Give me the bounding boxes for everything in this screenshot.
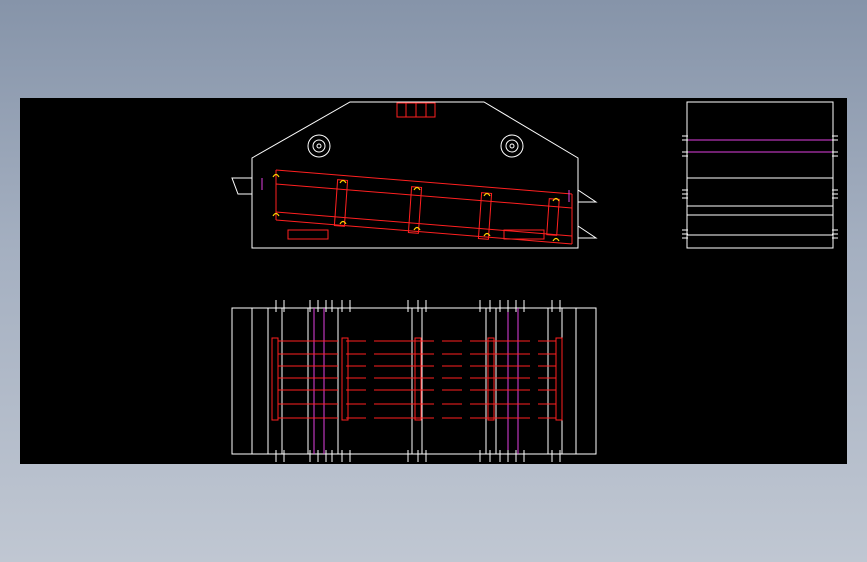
right-exciter-flange: [500, 134, 524, 158]
discharge-chute-lower: [577, 225, 598, 239]
screen-decks: [275, 169, 573, 245]
feed-chute-left: [231, 177, 252, 195]
side-housing-outline: [251, 101, 579, 249]
lower-bracket: [287, 229, 329, 240]
plan-outer-frame: [231, 307, 597, 455]
side-elevation-view: [231, 101, 598, 249]
discharge-chute-upper: [577, 189, 598, 203]
plan-cross-beams: [307, 308, 497, 454]
end-view: [682, 101, 838, 249]
left-exciter-flange: [307, 134, 331, 158]
plan-inner-frame: [251, 307, 577, 455]
end-view-bolts: [682, 135, 838, 239]
cad-drawing-canvas[interactable]: [20, 98, 847, 464]
plan-bolts-bottom: [275, 450, 561, 462]
plan-center-lines: [313, 308, 519, 454]
plan-view: [231, 300, 597, 462]
top-hatch-grid: [396, 102, 436, 118]
cad-drawing-svg: [231, 101, 838, 462]
end-view-outline: [686, 101, 834, 249]
plan-bolts-top: [275, 300, 561, 312]
